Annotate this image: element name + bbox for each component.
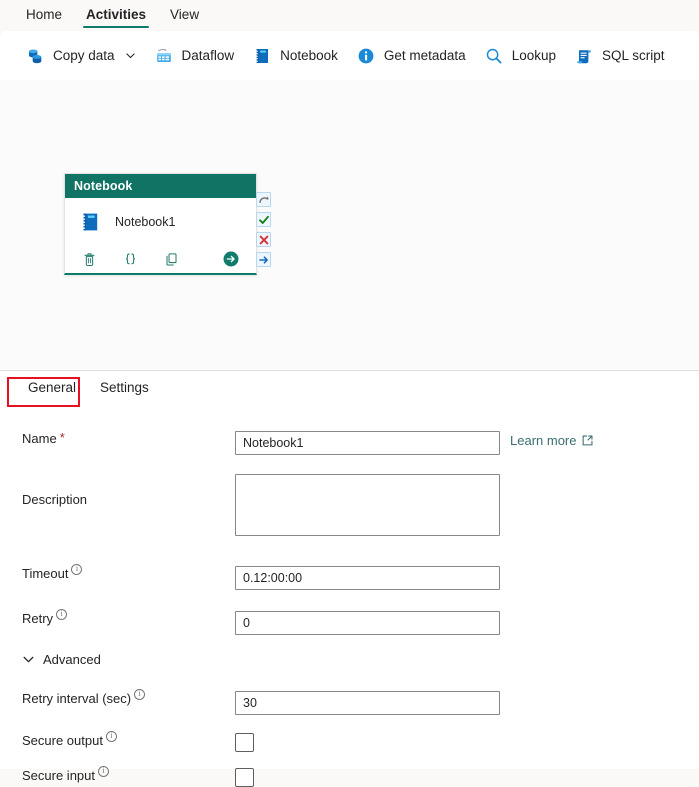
- label-retry-interval-text: Retry interval (sec): [22, 691, 132, 706]
- secure-output-checkbox[interactable]: [235, 733, 254, 752]
- ribbon-button-dataflow[interactable]: Dataflow: [145, 39, 244, 73]
- copy-icon[interactable]: [163, 251, 180, 268]
- ribbon-label-dataflow: Dataflow: [181, 48, 235, 63]
- notebook-icon: [81, 213, 98, 230]
- retry-input[interactable]: [235, 611, 500, 635]
- field-row-retry: Retry: [0, 608, 699, 635]
- label-description-text: Description: [22, 492, 88, 507]
- activity-node-header: Notebook: [65, 174, 256, 198]
- retry-interval-input[interactable]: [235, 691, 500, 715]
- label-retry: Retry: [0, 608, 235, 627]
- nav-item-activities[interactable]: Activities: [74, 0, 158, 31]
- info-icon[interactable]: [98, 765, 109, 777]
- field-row-secure-input: Secure input: [0, 765, 699, 787]
- label-retry-text: Retry: [22, 611, 54, 626]
- ribbon-label-sql-script: SQL script: [601, 48, 665, 63]
- label-timeout: Timeout: [0, 563, 235, 582]
- pipeline-canvas[interactable]: Notebook Notebook1: [0, 80, 699, 370]
- info-icon[interactable]: [56, 608, 68, 620]
- label-secure-output: Secure output: [0, 730, 235, 749]
- field-row-description: Description: [0, 474, 699, 536]
- field-row-timeout: Timeout: [0, 563, 699, 590]
- ribbon-label-copy-data: Copy data: [53, 48, 115, 63]
- label-secure-input: Secure input: [0, 765, 235, 784]
- arrow-right-icon: [258, 255, 268, 264]
- label-retry-interval: Retry interval (sec): [0, 688, 235, 707]
- curved-arrow-icon: [258, 196, 269, 203]
- ribbon-label-get-metadata: Get metadata: [383, 48, 466, 63]
- advanced-section-toggle[interactable]: Advanced: [22, 652, 101, 667]
- nav-item-home[interactable]: Home: [14, 0, 74, 31]
- ribbon-button-lookup[interactable]: Lookup: [475, 39, 565, 73]
- properties-tab-bar: General Settings: [0, 371, 699, 411]
- info-icon[interactable]: [71, 563, 83, 575]
- ribbon-button-get-metadata[interactable]: Get metadata: [347, 39, 475, 73]
- dataflow-icon: [156, 48, 171, 62]
- secure-input-checkbox[interactable]: [235, 768, 254, 787]
- learn-more-label: Learn more: [510, 433, 577, 448]
- ribbon-button-copy-data[interactable]: Copy data: [16, 39, 145, 73]
- chevron-down-icon: [125, 53, 135, 59]
- chevron-down-icon: [23, 656, 34, 663]
- notebook-icon: [255, 48, 269, 63]
- description-textarea[interactable]: [235, 474, 500, 536]
- activity-node-action-bar: [65, 245, 256, 273]
- ribbon-button-notebook[interactable]: Notebook: [243, 39, 347, 73]
- name-input[interactable]: [235, 431, 500, 455]
- on-skip-handle[interactable]: [256, 192, 271, 207]
- activities-ribbon-toolbar: Copy data Dataflow Notebook Get metadata…: [0, 31, 699, 80]
- external-link-icon: [583, 435, 593, 446]
- nav-item-view[interactable]: View: [158, 0, 211, 31]
- activity-output-handles: [256, 192, 271, 267]
- magnifier-icon: [486, 48, 502, 63]
- braces-icon[interactable]: [122, 251, 139, 268]
- copy-data-icon: [29, 49, 42, 63]
- tab-general[interactable]: General: [16, 371, 88, 411]
- label-secure-input-text: Secure input: [22, 768, 95, 783]
- on-completion-handle[interactable]: [256, 252, 271, 267]
- info-icon[interactable]: [105, 730, 117, 742]
- checkmark-icon: [258, 215, 269, 224]
- field-row-name: Name * Learn more: [0, 431, 699, 455]
- on-success-handle[interactable]: [256, 212, 271, 227]
- activity-node-title: Notebook1: [115, 214, 176, 229]
- timeout-input[interactable]: [235, 566, 500, 590]
- run-activity-icon[interactable]: [222, 250, 240, 268]
- info-icon[interactable]: [134, 688, 146, 700]
- ribbon-label-lookup: Lookup: [511, 48, 556, 63]
- activity-node-notebook1[interactable]: Notebook Notebook1: [64, 173, 257, 275]
- on-failure-handle[interactable]: [256, 232, 271, 247]
- top-navigation-bar: Home Activities View: [0, 0, 699, 31]
- tab-settings[interactable]: Settings: [88, 371, 161, 411]
- label-timeout-text: Timeout: [22, 566, 69, 581]
- learn-more-link[interactable]: Learn more: [510, 431, 594, 448]
- required-asterisk: *: [59, 430, 65, 445]
- advanced-label: Advanced: [43, 652, 101, 667]
- activity-node-body: Notebook1: [65, 198, 256, 245]
- field-row-retry-interval: Retry interval (sec): [0, 688, 699, 715]
- info-circle-icon: [358, 48, 374, 63]
- label-name-text: Name: [22, 431, 57, 446]
- label-secure-output-text: Secure output: [22, 733, 103, 748]
- trash-icon[interactable]: [81, 251, 98, 268]
- ribbon-label-notebook: Notebook: [280, 48, 338, 63]
- x-mark-icon: [259, 235, 268, 244]
- ribbon-button-sql-script[interactable]: SQL script: [565, 39, 674, 73]
- sql-script-icon: [577, 49, 591, 63]
- field-row-secure-output: Secure output: [0, 730, 699, 752]
- general-properties-form: Name * Learn more Description Timeout Re…: [0, 411, 699, 787]
- label-name: Name *: [0, 431, 235, 447]
- label-description: Description: [0, 474, 235, 508]
